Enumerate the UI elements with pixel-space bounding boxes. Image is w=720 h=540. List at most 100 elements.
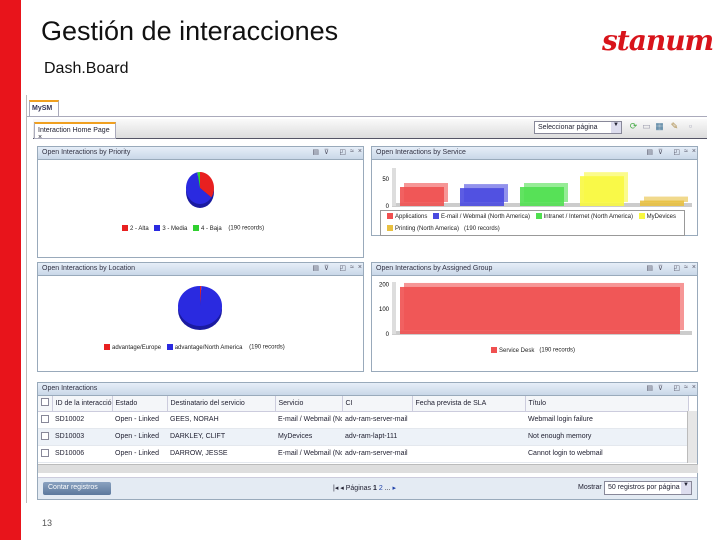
- table-cell: MyDevices: [275, 428, 342, 446]
- maximize-icon[interactable]: ◰: [673, 148, 680, 156]
- legend-item: Service Desk: [487, 347, 535, 354]
- table-footer: Contar registros |◂ ◂ Páginas 1 2 ... ▸ …: [38, 477, 697, 499]
- chart-legend: Applications E-mail / Webmail (North Ame…: [380, 210, 685, 236]
- column-header[interactable]: Destinatario del servicio: [167, 396, 276, 412]
- column-header[interactable]: Estado: [112, 396, 168, 412]
- legend-swatch: [122, 225, 128, 231]
- page-link[interactable]: 1: [373, 485, 377, 492]
- records-per-page-select[interactable]: 50 registros por página ▼: [604, 481, 692, 495]
- column-header[interactable]: Título: [525, 396, 689, 412]
- bar[interactable]: [520, 187, 564, 206]
- legend-label: advantage/North America: [174, 344, 243, 351]
- page-select[interactable]: Seleccionar página ▼: [534, 121, 622, 134]
- bar[interactable]: [400, 286, 680, 334]
- panel-title: Open Interactions by Service: [376, 149, 466, 156]
- collapse-icon[interactable]: ≈: [350, 264, 354, 271]
- page-select-value: Seleccionar página: [538, 124, 598, 131]
- priority-pie-chart: [186, 172, 214, 208]
- horizontal-scrollbar[interactable]: [38, 464, 698, 473]
- bar[interactable]: [460, 188, 504, 206]
- vertical-scrollbar[interactable]: [687, 411, 697, 463]
- maximize-icon[interactable]: ◰: [339, 148, 346, 156]
- table-cell: Webmail login failure: [525, 411, 688, 429]
- column-header[interactable]: ID de la interacción: [52, 396, 113, 412]
- maximize-icon[interactable]: ◰: [673, 384, 680, 392]
- legend-label: 2 - Alta: [130, 225, 149, 232]
- y-tick-label: 50: [382, 177, 389, 183]
- filter-icon[interactable]: ⊽: [658, 264, 663, 272]
- legend-item: MyDevices: [635, 213, 677, 220]
- first-page-icon[interactable]: |◂ ◂: [333, 485, 344, 492]
- legend-label: Service Desk: [499, 347, 535, 354]
- maximize-icon[interactable]: ◰: [339, 264, 346, 272]
- edit-icon[interactable]: ▤: [646, 148, 653, 156]
- close-icon[interactable]: ×: [692, 148, 696, 155]
- table-row[interactable]: SD10003 Open - Linked DARKLEY, CLIFT MyDevi…: [38, 428, 688, 446]
- legend-label: Applications: [395, 214, 428, 220]
- row-checkbox[interactable]: [41, 448, 49, 457]
- bar[interactable]: [640, 200, 684, 206]
- collapse-icon[interactable]: ≈: [684, 264, 688, 271]
- table-cell: Open - Linked: [112, 411, 167, 429]
- export-icon[interactable]: ▭: [641, 121, 652, 133]
- row-checkbox[interactable]: [41, 414, 49, 423]
- close-icon[interactable]: ×: [692, 264, 696, 271]
- edit-icon[interactable]: ▤: [646, 384, 653, 392]
- collapse-icon[interactable]: ≈: [684, 384, 688, 391]
- column-header[interactable]: CI: [342, 396, 413, 412]
- column-header[interactable]: Fecha prevista de SLA: [412, 396, 526, 412]
- collapse-icon[interactable]: ≈: [350, 148, 354, 155]
- table-cell: E-mail / Webmail (North: [275, 445, 342, 463]
- legend-swatch: [387, 213, 393, 220]
- bar[interactable]: [580, 176, 624, 206]
- tab-interaction-home-page[interactable]: Interaction Home Page ×: [34, 122, 116, 141]
- chevron-down-icon[interactable]: ▼: [611, 122, 621, 133]
- layout-icon[interactable]: ▦: [654, 121, 665, 133]
- chart-wall: [392, 282, 396, 334]
- page-link[interactable]: ...: [385, 485, 391, 492]
- legend-item: advantage/North America: [163, 344, 243, 351]
- filter-icon[interactable]: ⊽: [324, 264, 329, 272]
- legend-item: advantage/Europe: [100, 344, 162, 351]
- delete-icon[interactable]: ▫: [685, 121, 696, 133]
- edit-icon[interactable]: ▤: [312, 264, 319, 272]
- table-cell: Not enough memory: [525, 428, 688, 446]
- legend-swatch: [104, 344, 110, 350]
- select-all-checkbox[interactable]: [41, 398, 49, 407]
- pagination: |◂ ◂ Páginas 1 2 ... ▸: [333, 484, 396, 492]
- table-row[interactable]: SD10006 Open - Linked DARROW, JESSE E-mail …: [38, 445, 688, 463]
- assigned-group-bar-chart: 0 100 200: [379, 282, 692, 338]
- row-checkbox[interactable]: [41, 431, 49, 440]
- slide-accent-bar: [0, 0, 21, 540]
- panel-open-interactions: Open Interactions ▤ ⊽ ◰ ≈ × ID de la interac…: [37, 382, 698, 500]
- column-header[interactable]: Servicio: [275, 396, 343, 412]
- filter-icon[interactable]: ⊽: [658, 148, 663, 156]
- records-per-page-value: 50 registros por página: [608, 484, 680, 491]
- close-icon[interactable]: ×: [358, 148, 362, 155]
- edit-icon[interactable]: ▤: [312, 148, 319, 156]
- new-page-icon[interactable]: ✎: [669, 121, 680, 133]
- legend-item: Intranet / Internet (North America): [532, 213, 633, 220]
- close-icon[interactable]: ×: [38, 134, 42, 141]
- refresh-icon[interactable]: ⟳: [628, 121, 639, 133]
- close-icon[interactable]: ×: [692, 384, 696, 391]
- close-icon[interactable]: ×: [358, 264, 362, 271]
- legend-item: Printing (North America): [383, 225, 459, 232]
- page-link[interactable]: 2: [379, 485, 383, 492]
- table-header-row: ID de la interacción Estado Destinatario d…: [38, 396, 689, 412]
- bar[interactable]: [400, 187, 444, 206]
- legend-label: MyDevices: [646, 214, 677, 220]
- next-page-icon[interactable]: ▸: [393, 485, 397, 492]
- count-records-button[interactable]: Contar registros: [43, 482, 111, 495]
- filter-icon[interactable]: ⊽: [324, 148, 329, 156]
- maximize-icon[interactable]: ◰: [673, 264, 680, 272]
- records-count: (190 records): [249, 344, 285, 351]
- filter-icon[interactable]: ⊽: [658, 384, 663, 392]
- legend-label: advantage/Europe: [112, 344, 162, 351]
- edit-icon[interactable]: ▤: [646, 264, 653, 272]
- table-row[interactable]: SD10002 Open - Linked GEES, NORAH E-mail / …: [38, 411, 688, 429]
- collapse-icon[interactable]: ≈: [684, 148, 688, 155]
- chevron-down-icon[interactable]: ▼: [681, 482, 691, 494]
- tab-mysm[interactable]: MySM: [29, 100, 59, 117]
- panel-header: Open Interactions ▤ ⊽ ◰ ≈ ×: [38, 383, 697, 396]
